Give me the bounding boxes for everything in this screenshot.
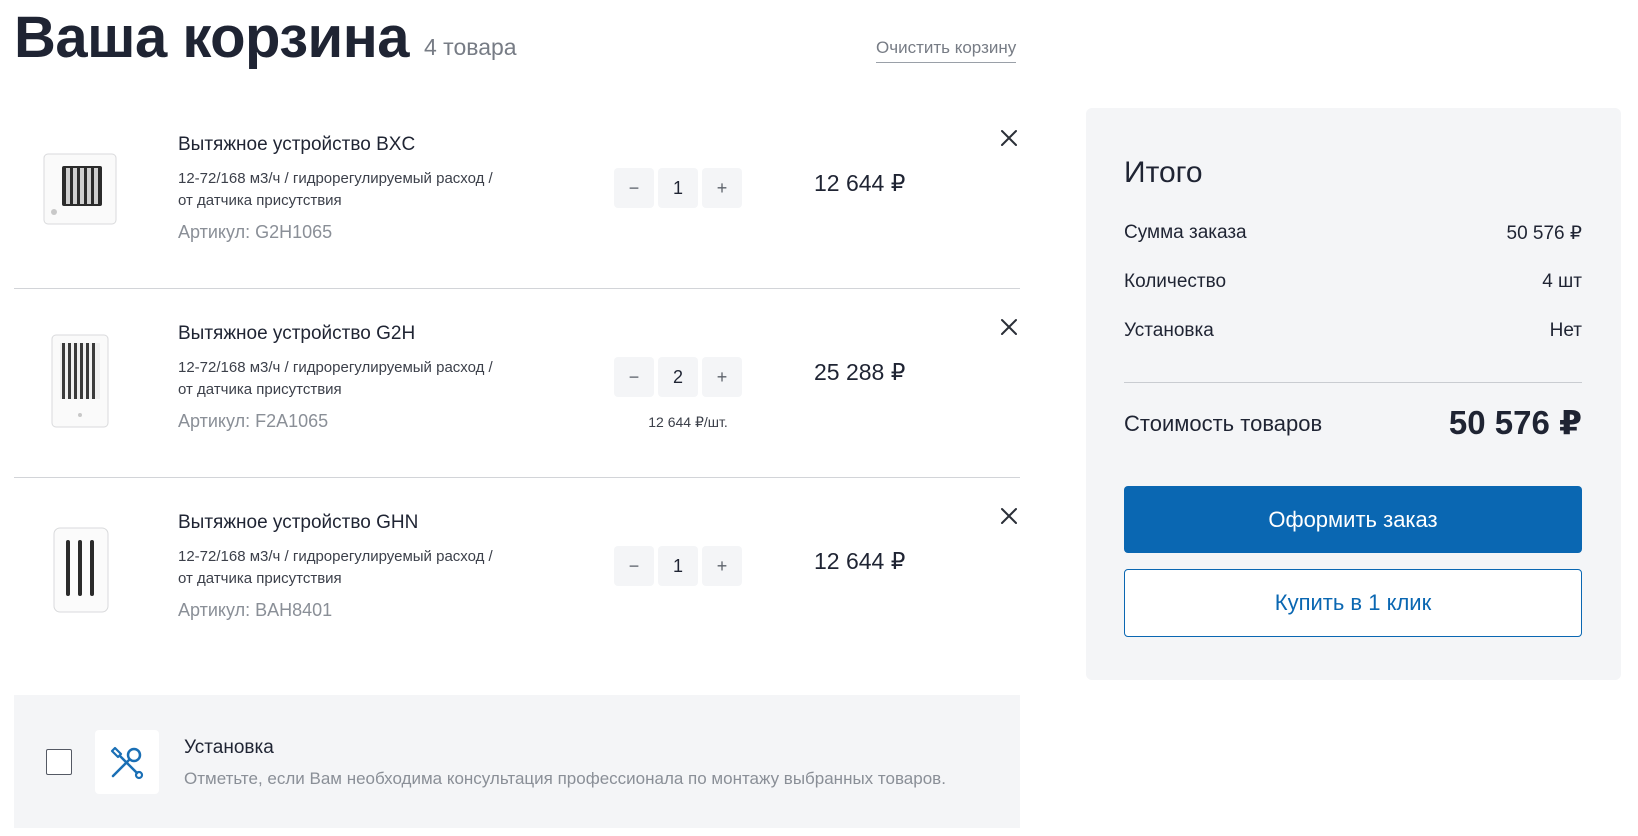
summary-total-value: 50 576 ₽ [1448,404,1582,441]
summary-row-sum: Сумма заказа 50 576 ₽ [1124,222,1582,245]
installation-option: Установка Отметьте, если Вам необходима … [14,695,1020,828]
product-sku: Артикул: F2A1065 [178,411,329,431]
buy-one-click-button[interactable]: Купить в 1 клик [1124,569,1582,637]
cart-item: Вытяжное устройство BXC 12-72/168 м3/ч /… [14,100,1020,289]
summary-value: Нет [1549,320,1582,341]
qty-minus-button[interactable]: − [614,546,654,586]
installation-title: Установка [184,737,274,758]
summary-total-label: Стоимость товаров [1124,411,1323,436]
checkout-button[interactable]: Оформить заказ [1124,486,1582,553]
product-desc-line: 12-72/168 м3/ч / гидрорегулируемый расхо… [178,548,493,565]
close-icon[interactable] [999,506,1019,526]
page-title: Ваша корзина [14,5,410,70]
product-desc-line: 12-72/168 м3/ч / гидрорегулируемый расхо… [178,359,493,376]
clear-cart-link[interactable]: Очистить корзину [876,38,1017,63]
summary-label: Установка [1124,320,1214,341]
cart-item: Вытяжное устройство GHN 12-72/168 м3/ч /… [14,478,1020,667]
item-price: 25 288 ₽ [814,359,906,385]
summary-title: Итого [1124,156,1203,189]
installation-description: Отметьте, если Вам необходима консультац… [184,769,946,788]
product-name[interactable]: Вытяжное устройство G2H [178,323,415,345]
product-desc-line: 12-72/168 м3/ч / гидрорегулируемый расхо… [178,170,493,187]
close-icon[interactable] [999,317,1019,337]
product-desc-line: от датчика присутствия [178,381,342,398]
qty-value[interactable]: 1 [658,168,698,208]
summary-label: Количество [1124,271,1227,292]
qty-minus-button[interactable]: − [614,357,654,397]
item-price: 12 644 ₽ [814,170,906,196]
product-desc-line: от датчика присутствия [178,570,342,587]
quantity-stepper: − 1 + [614,546,742,586]
items-count: 4 товара [424,34,517,60]
item-price: 12 644 ₽ [814,548,906,574]
product-name[interactable]: Вытяжное устройство BXC [178,134,415,156]
vent-g2h-image [51,334,109,428]
summary-value: 4 шт [1542,271,1582,292]
product-sku: Артикул: G2H1065 [178,222,333,242]
summary-label: Сумма заказа [1124,222,1247,243]
summary-row-installation: Установка Нет [1124,320,1582,342]
order-summary: Итого Сумма заказа 50 576 ₽ Количество 4… [1086,108,1621,680]
summary-value: 50 576 ₽ [1506,223,1582,244]
summary-row-quantity: Количество 4 шт [1124,271,1582,293]
qty-plus-button[interactable]: + [702,168,742,208]
vent-ghn-image [53,527,109,613]
cart-list: Вытяжное устройство BXC 12-72/168 м3/ч /… [14,100,1020,667]
summary-divider [1124,382,1582,383]
tools-icon-box [95,730,159,794]
tools-icon [110,746,144,780]
product-description: 12-72/168 м3/ч / гидрорегулируемый расхо… [178,546,508,590]
qty-value[interactable]: 1 [658,546,698,586]
cart-item: Вытяжное устройство G2H 12-72/168 м3/ч /… [14,289,1020,478]
quantity-stepper: − 2 + [614,357,742,397]
qty-minus-button[interactable]: − [614,168,654,208]
vent-bxc-image [43,153,117,225]
quantity-stepper: − 1 + [614,168,742,208]
product-name[interactable]: Вытяжное устройство GHN [178,512,418,534]
close-icon[interactable] [999,128,1019,148]
product-description: 12-72/168 м3/ч / гидрорегулируемый расхо… [178,168,508,212]
product-sku: Артикул: BAH8401 [178,600,333,620]
product-desc-line: от датчика присутствия [178,192,342,209]
qty-plus-button[interactable]: + [702,357,742,397]
installation-checkbox[interactable] [46,749,72,775]
unit-price: 12 644 ₽/шт. [648,414,728,430]
qty-value[interactable]: 2 [658,357,698,397]
qty-plus-button[interactable]: + [702,546,742,586]
product-description: 12-72/168 м3/ч / гидрорегулируемый расхо… [178,357,508,401]
